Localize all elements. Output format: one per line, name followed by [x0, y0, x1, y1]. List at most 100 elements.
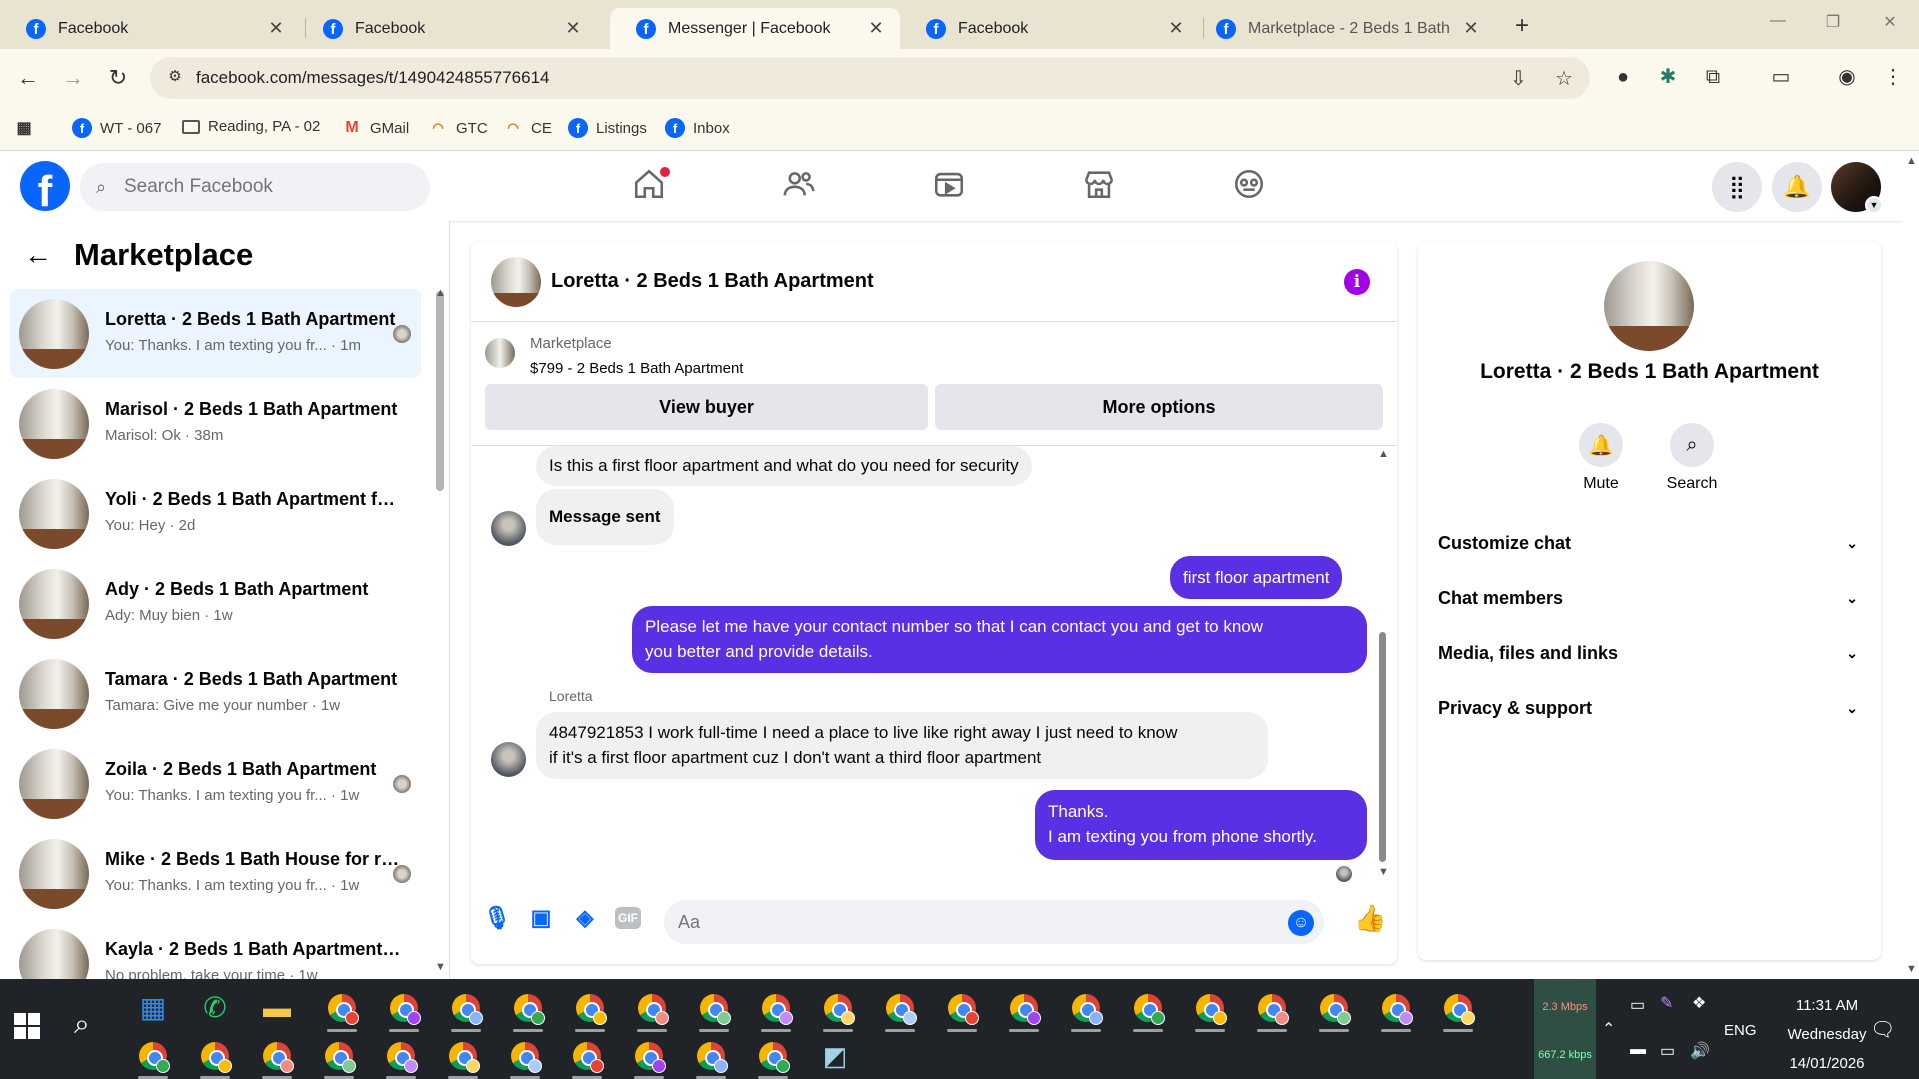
- chrome-window-icon[interactable]: [446, 1039, 480, 1073]
- microphone-icon[interactable]: 🎙: [483, 904, 511, 932]
- new-tab-button[interactable]: +: [1510, 12, 1534, 40]
- windows-start-icon[interactable]: [14, 1013, 40, 1039]
- chrome-window-icon[interactable]: [322, 1039, 356, 1073]
- marketplace-nav-icon[interactable]: [1082, 167, 1122, 207]
- thumbs-up-icon[interactable]: 👍: [1354, 904, 1386, 932]
- video-nav-icon[interactable]: [932, 167, 972, 207]
- customize-chat-section[interactable]: Customize chat ⌄: [1438, 528, 1858, 558]
- menu-grid-icon[interactable]: ⣿: [1712, 162, 1762, 212]
- whatsapp-icon[interactable]: ✆: [198, 991, 232, 1025]
- close-icon[interactable]: ✕: [563, 18, 583, 39]
- message-bubble-outgoing[interactable]: Thanks. I am texting you from phone shor…: [1035, 790, 1367, 860]
- close-icon[interactable]: ✕: [266, 18, 286, 39]
- sticker-icon[interactable]: ◈: [571, 904, 599, 932]
- chrome-window-icon[interactable]: [1193, 991, 1227, 1025]
- tray-overflow-chevron-icon[interactable]: ⌃: [1602, 1019, 1615, 1039]
- chrome-window-icon[interactable]: [635, 991, 669, 1025]
- message-bubble-outgoing[interactable]: first floor apartment: [1170, 556, 1343, 599]
- conversation-item[interactable]: Ady · 2 Beds 1 Bath Apartment Ady: Muy bi…: [10, 559, 421, 648]
- view-buyer-button[interactable]: View buyer: [485, 384, 928, 430]
- back-button[interactable]: ←: [14, 65, 42, 91]
- menu-kebab-icon[interactable]: ⋮: [1880, 64, 1906, 90]
- chrome-window-icon[interactable]: [1069, 991, 1103, 1025]
- chrome-window-icon[interactable]: [570, 1039, 604, 1073]
- message-bubble-incoming[interactable]: Message sent: [536, 489, 674, 545]
- browser-tab-active[interactable]: f Messenger | Facebook ✕: [610, 8, 900, 49]
- chrome-window-icon[interactable]: [136, 1039, 170, 1073]
- message-bubble-incoming[interactable]: 4847921853 I work full-time I need a pla…: [536, 712, 1268, 779]
- message-text-field[interactable]: [678, 900, 1238, 944]
- chrome-window-icon[interactable]: [821, 991, 855, 1025]
- chrome-window-icon[interactable]: [511, 991, 545, 1025]
- scrollbar[interactable]: [1379, 632, 1386, 862]
- info-icon[interactable]: i: [1344, 269, 1370, 295]
- scrollbar[interactable]: [436, 291, 444, 491]
- dropbox-icon[interactable]: ❖: [1692, 993, 1706, 1013]
- message-bubble-incoming[interactable]: Is this a first floor apartment and what…: [536, 446, 1032, 486]
- close-window-button[interactable]: ✕: [1875, 12, 1905, 32]
- search-icon[interactable]: ⌕: [1670, 423, 1714, 467]
- chrome-window-icon[interactable]: [945, 991, 979, 1025]
- page-scrollbar[interactable]: ▲ ▼: [1902, 151, 1919, 979]
- conversation-avatar[interactable]: [1604, 261, 1694, 351]
- chrome-window-icon[interactable]: [697, 991, 731, 1025]
- chrome-window-icon[interactable]: [632, 1039, 666, 1073]
- friends-nav-icon[interactable]: [782, 167, 822, 207]
- message-bubble-outgoing[interactable]: Please let me have your contact number s…: [632, 606, 1367, 673]
- chrome-window-icon[interactable]: [1317, 991, 1351, 1025]
- language-indicator[interactable]: ENG: [1724, 1022, 1757, 1039]
- install-app-icon[interactable]: ⇩: [1510, 66, 1527, 91]
- notification-center-icon[interactable]: 🗨: [1870, 1017, 1895, 1042]
- close-icon[interactable]: ✕: [1166, 18, 1186, 39]
- browser-tab[interactable]: f Facebook ✕: [297, 8, 597, 49]
- scroll-up-arrow-icon[interactable]: ▲: [1378, 448, 1389, 460]
- apps-grid-icon[interactable]: ▦: [14, 118, 42, 138]
- chrome-window-icon[interactable]: [883, 991, 917, 1025]
- facebook-search[interactable]: ⌕: [80, 163, 430, 211]
- scroll-up-arrow-icon[interactable]: ▲: [435, 287, 446, 299]
- chrome-window-icon[interactable]: [384, 1039, 418, 1073]
- gif-icon[interactable]: GIF: [615, 907, 641, 929]
- extension-icon[interactable]: ✱: [1655, 64, 1681, 90]
- back-arrow-icon[interactable]: ←: [24, 239, 52, 271]
- restore-button[interactable]: ❐: [1818, 12, 1848, 32]
- chrome-window-icon[interactable]: [449, 991, 483, 1025]
- minimize-button[interactable]: —: [1763, 12, 1793, 30]
- close-icon[interactable]: ✕: [866, 18, 886, 39]
- reload-button[interactable]: ↻: [104, 65, 132, 91]
- bell-icon[interactable]: 🔔: [1579, 423, 1623, 467]
- scroll-up-arrow-icon[interactable]: ▲: [1906, 155, 1917, 167]
- address-bar[interactable]: ⚙ facebook.com/messages/t/14904248557766…: [150, 57, 1590, 99]
- forward-button[interactable]: →: [59, 65, 87, 91]
- network-icon[interactable]: ▭: [1660, 1041, 1675, 1061]
- url-text[interactable]: facebook.com/messages/t/1490424855776614: [196, 68, 549, 88]
- battery-icon[interactable]: ▬: [1630, 1041, 1646, 1059]
- home-nav-icon[interactable]: [632, 167, 672, 207]
- browser-tab[interactable]: f Facebook ✕: [900, 8, 1200, 49]
- tray-pen-icon[interactable]: ✎: [1660, 993, 1673, 1013]
- message-input[interactable]: ☺: [664, 900, 1324, 944]
- profile-icon[interactable]: ◉: [1834, 64, 1860, 90]
- bookmark-item[interactable]: f Inbox: [665, 118, 730, 138]
- conversation-item[interactable]: Kayla · 2 Beds 1 Bath Apartment for rent…: [10, 919, 421, 979]
- bookmark-item[interactable]: M GMail: [342, 118, 409, 138]
- bookmark-item[interactable]: f Listings: [568, 118, 647, 138]
- bookmark-item[interactable]: ◠ GTC: [428, 118, 487, 138]
- cookie-extension-icon[interactable]: ●: [1610, 64, 1636, 90]
- chrome-window-icon[interactable]: [508, 1039, 542, 1073]
- browser-tab[interactable]: f Facebook ✕: [0, 8, 300, 49]
- photo-attach-icon[interactable]: ▣: [527, 904, 555, 932]
- conversation-item[interactable]: Yoli · 2 Beds 1 Bath Apartment for rent Y…: [10, 469, 421, 558]
- listing-price[interactable]: $799 - 2 Beds 1 Bath Apartment: [530, 360, 743, 377]
- chat-avatar[interactable]: [491, 257, 541, 307]
- conversation-item[interactable]: Tamara · 2 Beds 1 Bath Apartment Tamara: …: [10, 649, 421, 738]
- bookmark-item[interactable]: ◠ CE: [503, 118, 552, 138]
- facebook-logo-icon[interactable]: f: [20, 161, 70, 211]
- chrome-window-icon[interactable]: [1007, 991, 1041, 1025]
- chat-title[interactable]: Loretta · 2 Beds 1 Bath Apartment: [551, 270, 874, 293]
- chrome-window-icon[interactable]: [198, 1039, 232, 1073]
- search-action[interactable]: ⌕ Search: [1652, 423, 1732, 493]
- close-icon[interactable]: ✕: [1461, 18, 1481, 39]
- chrome-window-icon[interactable]: [325, 991, 359, 1025]
- gaming-nav-icon[interactable]: [1232, 167, 1272, 207]
